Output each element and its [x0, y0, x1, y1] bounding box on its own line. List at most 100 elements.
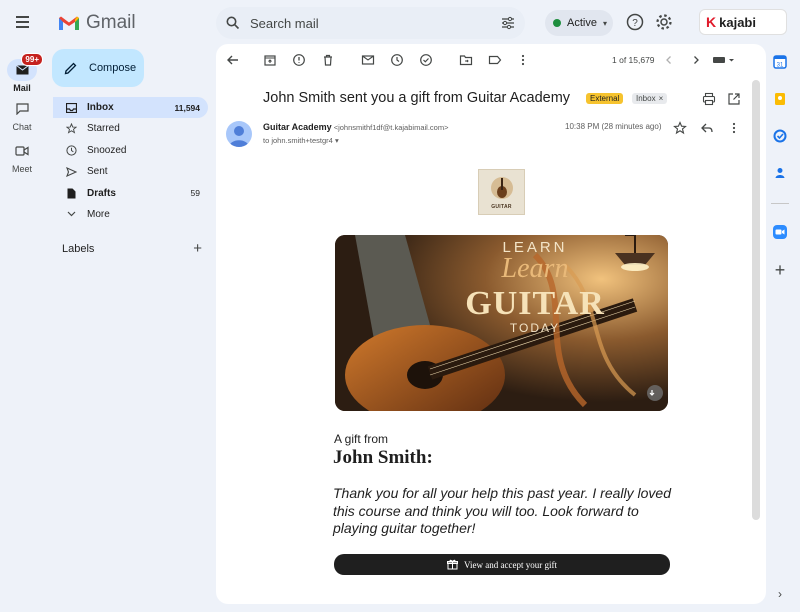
nav-item-more[interactable]: More: [53, 204, 208, 225]
compose-label: Compose: [89, 62, 137, 74]
nav-label: Drafts: [87, 187, 116, 199]
settings-gear-icon[interactable]: [654, 12, 674, 32]
status-label: Active: [567, 17, 597, 29]
nav-label: Inbox: [87, 102, 114, 113]
rail-chat[interactable]: Chat: [0, 98, 44, 132]
archive-icon[interactable]: [263, 53, 277, 67]
search-icon[interactable]: [226, 16, 240, 30]
gift-message: Thank you for all your help this past ye…: [333, 485, 671, 536]
back-arrow-icon[interactable]: [226, 53, 240, 67]
delete-trash-icon[interactable]: [321, 53, 335, 67]
rail-mail[interactable]: 99+ Mail: [0, 53, 44, 93]
hero-image: LEARN Learn GUITAR TODAY: [335, 235, 668, 411]
accept-gift-label: View and accept your gift: [464, 559, 557, 570]
sender-line: Guitar Academy <johnsmithf1df@t.kajabimai…: [263, 122, 448, 132]
chevron-down-icon: ▾: [602, 18, 607, 28]
gmail-m-icon: [59, 16, 79, 30]
svg-text:31: 31: [777, 63, 784, 69]
unread-badge: 99+: [21, 53, 43, 66]
pagination-text: 1 of 15,679: [612, 55, 655, 65]
labels-header: Labels +: [62, 241, 202, 256]
star-icon[interactable]: [673, 121, 687, 135]
add-addon-icon[interactable]: +: [770, 260, 790, 280]
rail-meet-label: Meet: [11, 164, 32, 174]
print-icon[interactable]: [702, 92, 716, 106]
search-input[interactable]: Search mail: [250, 16, 501, 31]
accept-gift-button[interactable]: View and accept your gift: [334, 554, 670, 575]
rail-meet[interactable]: Meet: [0, 140, 44, 174]
recipient-line[interactable]: to john.smith+testgr4 ▾: [263, 136, 339, 145]
compose-button[interactable]: Compose: [52, 49, 144, 87]
email-subject: John Smith sent you a gift from Guitar A…: [263, 90, 571, 106]
app-name: Gmail: [86, 12, 136, 33]
inbox-label-chip[interactable]: Inbox ×: [632, 93, 668, 104]
inbox-icon: [64, 101, 78, 115]
status-selector[interactable]: Active ▾: [545, 10, 613, 36]
nav-item-drafts[interactable]: Drafts 59: [53, 183, 208, 204]
show-side-panel-chevron-icon[interactable]: ›: [770, 584, 790, 604]
calendar-icon[interactable]: 31: [770, 52, 790, 72]
account-brand-button[interactable]: K kajabi: [699, 9, 787, 35]
recipient-text: to john.smith+testgr4: [263, 136, 333, 145]
main-menu-button[interactable]: [10, 10, 34, 34]
more-vert-icon[interactable]: [727, 121, 741, 135]
label-tag-icon[interactable]: [488, 53, 502, 67]
move-to-folder-icon[interactable]: [459, 53, 473, 67]
nav-item-starred[interactable]: Starred: [53, 118, 208, 139]
chat-icon: [7, 98, 37, 120]
kajabi-logo-icon: K: [706, 14, 717, 30]
send-icon: [64, 165, 78, 179]
older-chevron-right-icon[interactable]: [689, 53, 703, 67]
add-label-icon[interactable]: +: [193, 241, 202, 256]
keyboard-input-icon[interactable]: [712, 53, 738, 67]
labels-title: Labels: [62, 243, 95, 255]
nav-label: Snoozed: [87, 144, 127, 156]
external-tag: External: [586, 93, 624, 104]
sender-avatar[interactable]: [226, 121, 252, 147]
chevron-down-icon: [64, 207, 78, 221]
contacts-icon[interactable]: [770, 163, 790, 183]
gift-sender-name: John Smith:: [333, 447, 433, 468]
tasks-icon[interactable]: [770, 126, 790, 146]
open-new-window-icon[interactable]: [727, 92, 741, 106]
add-to-tasks-icon[interactable]: [419, 53, 433, 67]
remove-label-icon[interactable]: ×: [659, 94, 664, 103]
reply-icon[interactable]: [700, 121, 714, 135]
video-camera-icon: [7, 140, 37, 162]
search-bar[interactable]: Search mail: [216, 7, 525, 39]
keep-notes-icon[interactable]: [770, 89, 790, 109]
gmail-logo[interactable]: Gmail: [58, 12, 136, 34]
nav-item-sent[interactable]: Sent: [53, 161, 208, 182]
gift-icon: [447, 559, 459, 570]
chevron-down-icon[interactable]: ▾: [335, 136, 339, 145]
help-icon[interactable]: ?: [625, 12, 645, 32]
hero-line-4: TODAY: [509, 321, 561, 335]
nav-item-inbox[interactable]: Inbox 11,594: [53, 97, 208, 118]
rail-chat-label: Chat: [12, 122, 32, 132]
filter-options-icon[interactable]: [501, 16, 515, 30]
svg-text:?: ?: [632, 18, 638, 29]
more-vert-icon[interactable]: [516, 53, 530, 67]
guitar-academy-logo: GUITAR: [478, 169, 525, 215]
clock-icon: [64, 143, 78, 157]
account-brand-name: kajabi: [719, 14, 756, 30]
hero-line-3: GUITAR: [465, 285, 605, 322]
side-panel-divider: [771, 203, 789, 204]
snooze-clock-icon[interactable]: [390, 53, 404, 67]
mark-unread-icon[interactable]: [361, 53, 375, 67]
nav-item-snoozed[interactable]: Snoozed: [53, 140, 208, 161]
report-spam-icon[interactable]: [292, 53, 306, 67]
nav-label: More: [87, 208, 110, 220]
zoom-app-icon[interactable]: [770, 222, 790, 242]
pencil-icon: [64, 62, 77, 74]
rail-mail-label: Mail: [13, 83, 31, 93]
message-panel: 1 of 15,679 John Smith sent you a gift f…: [216, 44, 766, 604]
nav-count: 11,594: [174, 102, 200, 113]
draft-icon: [64, 186, 78, 200]
nav-count: 59: [190, 188, 200, 199]
person-icon: [229, 126, 249, 147]
sender-name[interactable]: Guitar Academy: [263, 122, 332, 132]
newer-chevron-left-icon[interactable]: [662, 53, 676, 67]
scrollbar[interactable]: [752, 80, 760, 520]
guitar-logo-icon: [491, 177, 513, 199]
